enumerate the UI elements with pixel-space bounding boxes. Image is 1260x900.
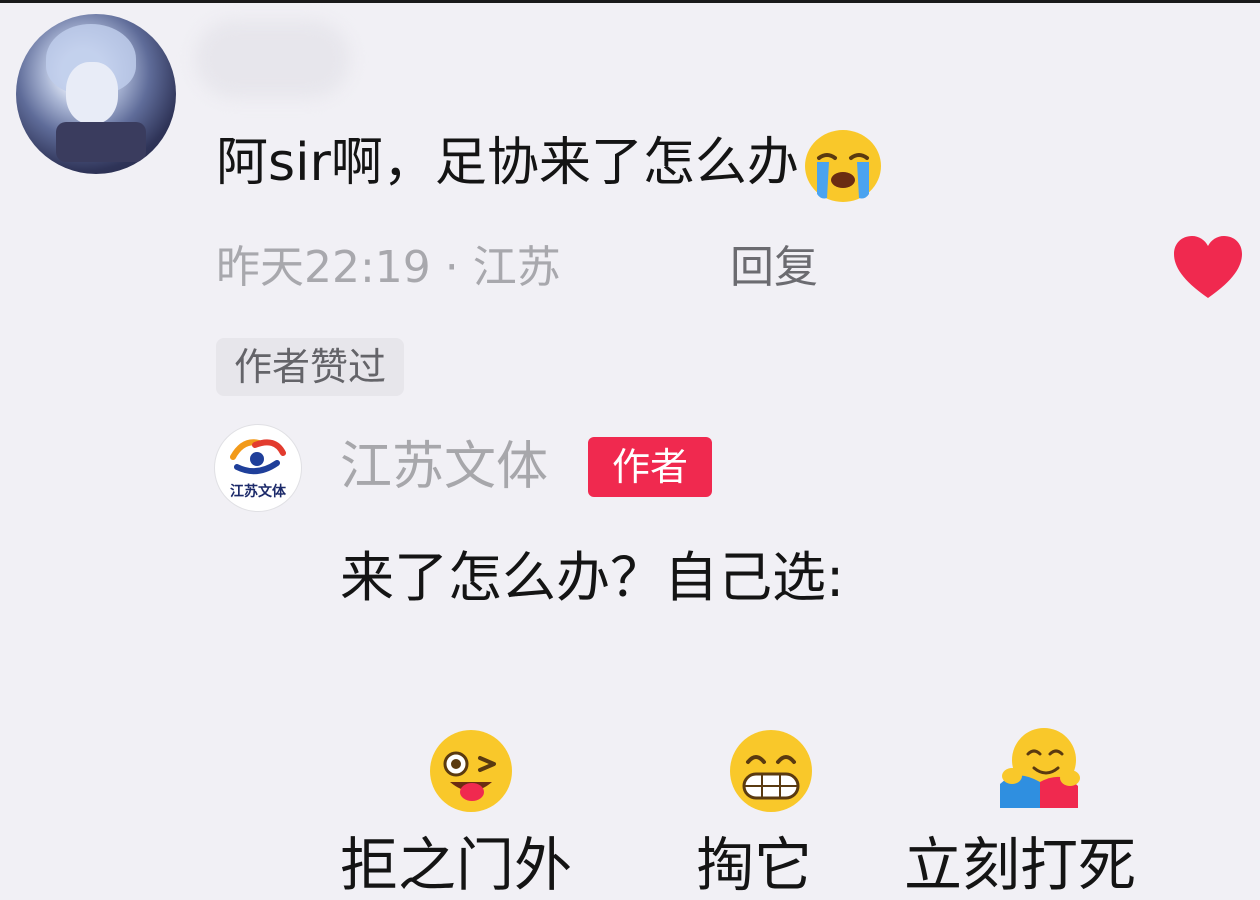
loudly-crying-face-icon	[803, 128, 883, 204]
author-badge: 作者	[588, 437, 712, 497]
comment-meta: 昨天22:19 · 江苏	[216, 242, 561, 293]
heart-icon[interactable]	[1172, 234, 1244, 300]
option-label: 掏它	[696, 831, 813, 899]
commenter-avatar[interactable]	[16, 14, 176, 174]
option-label: 拒之门外	[340, 831, 573, 899]
author-name[interactable]: 江苏文体	[340, 434, 548, 500]
author-avatar[interactable]: 江苏文体	[214, 424, 302, 512]
author-liked-tag: 作者赞过	[216, 338, 405, 396]
jiangsu-sports-logo	[230, 439, 286, 475]
commenter-name-redacted	[195, 20, 350, 98]
reply-button[interactable]: 回复	[730, 238, 818, 298]
hugging-face-icon	[996, 724, 1082, 810]
author-reply-text: 来了怎么办？自己选:	[340, 546, 845, 609]
option-label: 立刻打死	[904, 831, 1137, 899]
winking-tongue-face-icon	[428, 728, 514, 814]
comment-text: 阿sir啊，足协来了怎么办	[216, 128, 883, 204]
grinning-face-icon	[728, 728, 814, 814]
top-border	[0, 0, 1260, 3]
